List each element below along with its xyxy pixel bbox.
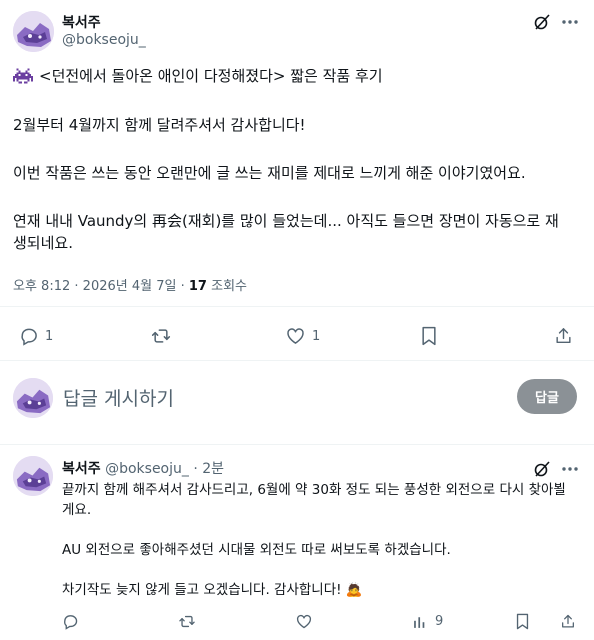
compose-avatar[interactable] — [13, 378, 53, 418]
reply-header: 복서주 @bokseoju_ · 2분 — [62, 461, 225, 477]
reply-retweet-button[interactable] — [178, 613, 196, 630]
divider — [0, 306, 594, 307]
like-icon — [296, 614, 312, 629]
divider — [0, 360, 594, 361]
like-icon — [287, 328, 304, 344]
views-icon — [414, 617, 425, 628]
reply-icon — [64, 615, 78, 630]
post-paragraph-3-line-2: 생되네요. — [13, 234, 73, 252]
reply-text-line-1: 끝까지 함께 해주셔서 감사드리고, 6월에 약 30화 정도 되는 풍성한 외… — [62, 482, 566, 498]
avatar[interactable] — [13, 11, 54, 52]
post-title-text: <던전에서 돌아온 애인이 다정해졌다> 짧은 작품 후기 — [39, 67, 383, 85]
post-date[interactable]: 2026년 4월 7일 — [83, 279, 177, 294]
views-label: 조회수 — [211, 279, 247, 294]
post-time[interactable]: 오후 8:12 — [13, 279, 70, 294]
post-paragraph-3-line-1: 연재 내내 Vaundy의 再会(재회)를 많이 들었는데... 아직도 들으면… — [13, 212, 559, 230]
reply-views-button[interactable]: 9 — [412, 613, 443, 630]
grok-icon[interactable] — [531, 11, 553, 33]
retweet-button[interactable] — [150, 326, 172, 346]
like-count: 1 — [312, 328, 321, 344]
grok-icon[interactable] — [531, 458, 553, 480]
reply-input[interactable]: 답글 게시하기 — [63, 384, 174, 411]
post-title-line: <던전에서 돌아온 애인이 다정해졌다> 짧은 작품 후기 — [13, 65, 383, 87]
reply-text-line-2: 게요. — [62, 502, 92, 518]
share-button[interactable] — [554, 326, 573, 346]
post-paragraph-1: 2월부터 4월까지 함께 달려주셔서 감사합니다! — [13, 116, 306, 134]
more-icon[interactable] — [559, 458, 581, 480]
bookmark-icon — [422, 326, 436, 346]
more-icon[interactable] — [559, 11, 581, 33]
share-icon — [562, 614, 574, 628]
reply-bookmark-button[interactable] — [515, 613, 530, 630]
reply-reply-button[interactable] — [62, 613, 79, 630]
bookmark-button[interactable] — [420, 326, 438, 346]
post-paragraph-2: 이번 작품은 쓰는 동안 오랜만에 글 쓰는 재미를 제대로 느끼게 해준 이야… — [13, 164, 526, 182]
reply-author-handle[interactable]: @bokseoju_ — [105, 461, 189, 477]
retweet-icon — [151, 329, 171, 343]
reply-time[interactable]: 2분 — [202, 461, 224, 477]
reply-avatar[interactable] — [13, 456, 53, 496]
reply-view-count: 9 — [435, 614, 444, 629]
space-invader-icon — [13, 68, 33, 84]
like-button[interactable]: 1 — [285, 326, 320, 346]
author-handle[interactable]: @bokseoju_ — [62, 32, 146, 48]
reply-button[interactable]: 1 — [19, 326, 53, 346]
views-count: 17 — [188, 279, 207, 294]
reply-text-line-4: 차기작도 늦지 않게 들고 오겠습니다. 감사합니다! 🙇 — [62, 582, 363, 598]
post-meta: 오후 8:12 · 2026년 4월 7일 · 17 조회수 — [13, 279, 247, 294]
reply-submit-button[interactable]: 답글 — [517, 379, 577, 414]
reply-count: 1 — [45, 328, 54, 344]
bookmark-icon — [516, 613, 529, 630]
divider — [0, 444, 594, 445]
reply-like-button[interactable] — [295, 613, 313, 630]
retweet-icon — [179, 615, 195, 628]
reply-share-button[interactable] — [560, 613, 576, 630]
reply-text-line-3: AU 외전으로 좋아해주셨던 시대물 외전도 따로 써보도록 하겠습니다. — [62, 542, 451, 558]
author-name[interactable]: 복서주 — [62, 12, 101, 32]
share-icon — [556, 328, 571, 344]
reply-icon — [21, 328, 37, 346]
bowing-emoji: 🙇 — [345, 582, 363, 598]
reply-author-name[interactable]: 복서주 — [62, 461, 101, 477]
